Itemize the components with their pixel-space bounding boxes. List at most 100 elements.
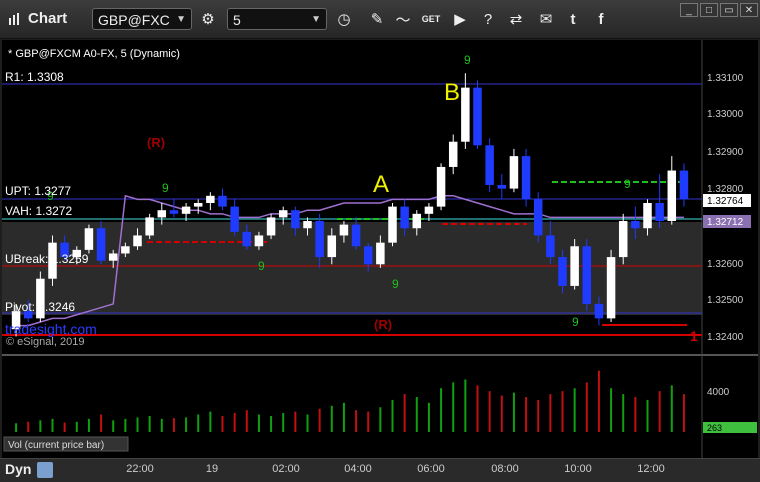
candle-body	[533, 199, 543, 236]
volume-bar	[185, 417, 188, 432]
marker-r-bottom: (R)	[374, 317, 392, 332]
volume-bar	[512, 392, 515, 432]
volume-bar	[39, 420, 42, 432]
candle-body	[278, 210, 288, 218]
candle-body	[133, 235, 142, 247]
candle-body	[655, 203, 664, 222]
lock-icon[interactable]	[37, 462, 53, 478]
volume-bar	[330, 405, 333, 432]
volume-bar	[100, 414, 103, 432]
candle-body	[667, 170, 677, 222]
volume-bar	[318, 408, 321, 432]
candle-body	[96, 228, 106, 261]
candle-body	[266, 217, 276, 236]
symbol-combo[interactable]: GBP@FXC ▼	[92, 8, 192, 30]
volume-bar	[148, 415, 151, 432]
link-icon[interactable]: ⇄	[505, 8, 527, 30]
minimize-button[interactable]: _	[680, 3, 698, 17]
candle-body	[108, 253, 118, 261]
volume-bar	[15, 423, 18, 432]
candle-body	[485, 145, 494, 185]
chevron-down-icon[interactable]: ▼	[176, 9, 186, 31]
chart-header: * GBP@FXCM A0-FX, 5 (Dynamic)	[8, 48, 180, 60]
upt-label: UPT: 1.3277	[5, 184, 72, 198]
facebook-icon[interactable]: f	[590, 8, 612, 30]
volume-bar	[367, 411, 370, 432]
dynamic-mode-label[interactable]: Dyn	[5, 461, 31, 477]
chart-canvas[interactable]: 1.33100 1.33000 1.32900 1.32800 1.32600 …	[2, 40, 758, 460]
volume-last-value: 263	[707, 423, 722, 433]
demark-count: 9	[392, 277, 399, 291]
question-icon[interactable]: ?	[477, 8, 499, 30]
demark-count: 9	[258, 259, 265, 273]
restore-button[interactable]: ▭	[720, 3, 738, 17]
volume-bar	[597, 370, 600, 432]
ubreak-label: UBreak: 1.3259	[5, 252, 89, 266]
candle-body	[327, 235, 337, 258]
volume-bar	[500, 395, 503, 432]
volume-bar	[537, 399, 540, 432]
volume-bar	[549, 394, 552, 432]
candle-body	[497, 184, 507, 189]
price-tick: 1.33100	[707, 73, 744, 84]
time-tick: 12:00	[637, 463, 665, 475]
volume-bar	[403, 394, 406, 432]
volume-bar	[306, 414, 309, 432]
candle-body	[509, 156, 519, 189]
volume-bar	[379, 407, 382, 432]
settings-gear-icon[interactable]: ⚙	[197, 8, 219, 30]
volume-bar	[342, 402, 345, 432]
indicator-icon[interactable]: 〜	[392, 8, 414, 30]
volume-bar	[525, 397, 528, 432]
maximize-button[interactable]: □	[700, 3, 718, 17]
app-title: Chart	[28, 10, 68, 27]
volume-bar	[610, 388, 613, 432]
symbol-value: GBP@FXC	[98, 12, 170, 28]
candle-body	[303, 221, 312, 229]
candle-body	[145, 217, 154, 236]
volume-bar	[282, 413, 285, 432]
time-tick: 22:00	[126, 463, 154, 475]
pencil-icon[interactable]: ✎	[366, 8, 388, 30]
volume-bar	[172, 418, 175, 432]
candle-body	[291, 210, 300, 229]
candle-body	[461, 87, 470, 142]
comment-icon[interactable]: ✉	[535, 8, 557, 30]
last-price-value: 1.32764	[707, 196, 744, 207]
volume-bar	[452, 382, 455, 432]
volume-label: Vol (current price bar)	[8, 440, 104, 451]
volume-bar	[391, 399, 394, 432]
candle-body	[448, 141, 458, 167]
candle-body	[351, 224, 361, 247]
candle-body	[169, 210, 179, 214]
play-icon[interactable]: ▶	[449, 8, 471, 30]
volume-bar	[270, 415, 273, 432]
close-button[interactable]: ✕	[740, 3, 758, 17]
volume-bar	[561, 391, 564, 432]
chevron-down-icon[interactable]: ▼	[311, 9, 321, 31]
candle-body	[436, 166, 446, 207]
twitter-icon[interactable]: t	[562, 8, 584, 30]
candle-body	[412, 213, 422, 229]
price-tick: 1.32800	[707, 184, 744, 195]
marker-a: A	[373, 171, 389, 198]
volume-bar	[51, 418, 54, 432]
interval-combo[interactable]: 5 ▼	[227, 8, 327, 30]
watermark-site: tradesight.com	[5, 321, 97, 337]
candle-body	[315, 221, 324, 258]
clock-icon[interactable]: ◷	[333, 8, 355, 30]
marker-b: B	[444, 79, 460, 106]
volume-bar	[415, 397, 418, 432]
price-tick: 1.32500	[707, 295, 744, 306]
volume-bar	[658, 391, 661, 432]
get-icon[interactable]: GET	[420, 8, 442, 30]
candle-body	[643, 203, 652, 229]
time-tick: 04:00	[344, 463, 372, 475]
volume-bar	[427, 402, 430, 432]
volume-bar	[634, 397, 637, 432]
time-tick: 19	[205, 463, 219, 475]
demark-count: 9	[572, 315, 579, 329]
time-tick: 08:00	[491, 463, 519, 475]
pivot-label: Pivot: 1.3246	[5, 300, 76, 314]
price-tick: 1.32900	[707, 147, 744, 158]
